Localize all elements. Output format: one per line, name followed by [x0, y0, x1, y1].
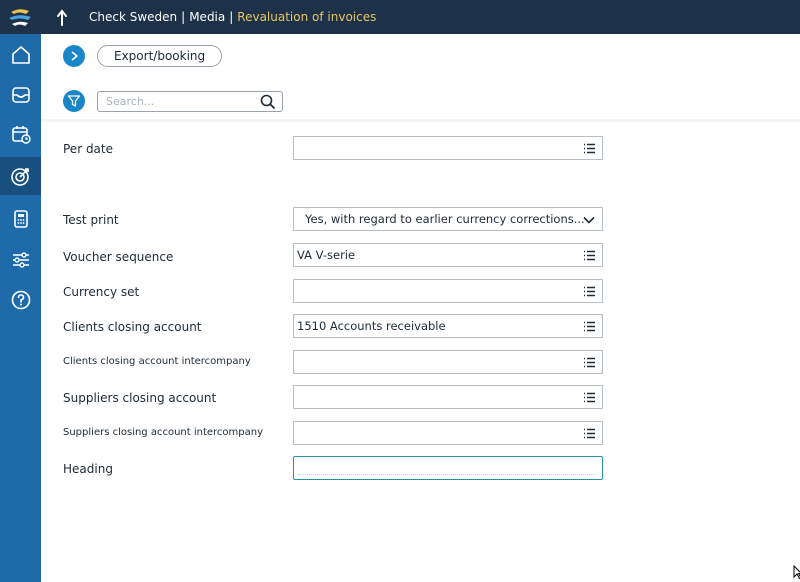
inbox-icon: [11, 87, 30, 103]
suppliers-closing-account-field[interactable]: [293, 385, 603, 409]
breadcrumb-separator: |: [181, 10, 186, 24]
home-icon: [11, 46, 30, 64]
action-toolbar: Export/booking: [41, 34, 800, 78]
list-icon[interactable]: [583, 391, 596, 404]
search-icon[interactable]: [260, 94, 276, 110]
list-icon[interactable]: [583, 142, 596, 155]
per-date-label: Per date: [63, 142, 113, 156]
sidebar-item-settings[interactable]: [0, 241, 41, 279]
breadcrumb-module[interactable]: Media: [189, 10, 225, 24]
voucher-sequence-field[interactable]: VA V-serie: [293, 243, 603, 267]
filter-toolbar: [41, 78, 800, 122]
voucher-sequence-label: Voucher sequence: [63, 250, 174, 264]
run-button[interactable]: [63, 45, 85, 67]
test-print-label: Test print: [63, 213, 119, 227]
clients-closing-account-value: 1510 Accounts receivable: [297, 319, 446, 333]
breadcrumb-current-page: Revaluation of invoices: [237, 10, 377, 24]
sidebar-item-calculator[interactable]: [0, 200, 41, 238]
clients-closing-account-label: Clients closing account: [63, 320, 202, 334]
clients-closing-account-intercompany-field[interactable]: [293, 350, 603, 374]
sidebar-item-home[interactable]: [0, 36, 41, 74]
list-icon[interactable]: [583, 427, 596, 440]
breadcrumb-company[interactable]: Check Sweden: [89, 10, 177, 24]
list-icon[interactable]: [583, 285, 596, 298]
filter-button[interactable]: [63, 90, 85, 112]
suppliers-closing-account-intercompany-field[interactable]: [293, 421, 603, 445]
filter-icon: [67, 95, 81, 107]
breadcrumb: Check Sweden | Media | Revaluation of in…: [89, 0, 376, 34]
test-print-select[interactable]: Yes, with regard to earlier currency cor…: [293, 207, 603, 231]
clients-closing-account-intercompany-label: Clients closing account intercompany: [63, 356, 251, 367]
sliders-icon: [12, 252, 29, 268]
sidebar-item-inbox[interactable]: [0, 76, 41, 114]
calculator-icon: [13, 210, 28, 228]
sidebar-item-calendar[interactable]: [0, 115, 41, 153]
list-icon[interactable]: [583, 356, 596, 369]
app-logo-icon[interactable]: [7, 6, 33, 28]
test-print-value: Yes, with regard to earlier currency cor…: [305, 212, 585, 226]
search-input[interactable]: [106, 94, 246, 109]
heading-input[interactable]: [298, 461, 596, 475]
suppliers-closing-account-label: Suppliers closing account: [63, 391, 217, 405]
chevron-down-icon[interactable]: [582, 213, 596, 227]
list-icon[interactable]: [583, 249, 596, 262]
sidebar-item-help[interactable]: [0, 281, 41, 319]
suppliers-closing-account-intercompany-label: Suppliers closing account intercompany: [63, 427, 264, 438]
clients-closing-account-field[interactable]: 1510 Accounts receivable: [293, 314, 603, 338]
heading-label: Heading: [63, 462, 113, 476]
currency-set-field[interactable]: [293, 279, 603, 303]
breadcrumb-separator: |: [229, 10, 234, 24]
list-icon[interactable]: [583, 320, 596, 333]
voucher-sequence-value: VA V-serie: [297, 248, 356, 262]
back-arrow-icon[interactable]: [54, 8, 70, 26]
title-bar: Check Sweden | Media | Revaluation of in…: [0, 0, 800, 34]
calendar-clock-icon: [11, 126, 31, 144]
sidebar-item-target[interactable]: [0, 157, 41, 195]
currency-set-label: Currency set: [63, 285, 140, 299]
export-booking-button[interactable]: Export/booking: [97, 45, 223, 67]
play-icon: [71, 51, 78, 61]
help-icon: [11, 290, 30, 310]
per-date-field[interactable]: [293, 136, 603, 160]
target-icon: [10, 168, 29, 186]
sidebar: [0, 34, 41, 582]
heading-field: [293, 456, 603, 480]
mouse-cursor-icon: [793, 565, 800, 579]
search-box: [97, 91, 283, 112]
